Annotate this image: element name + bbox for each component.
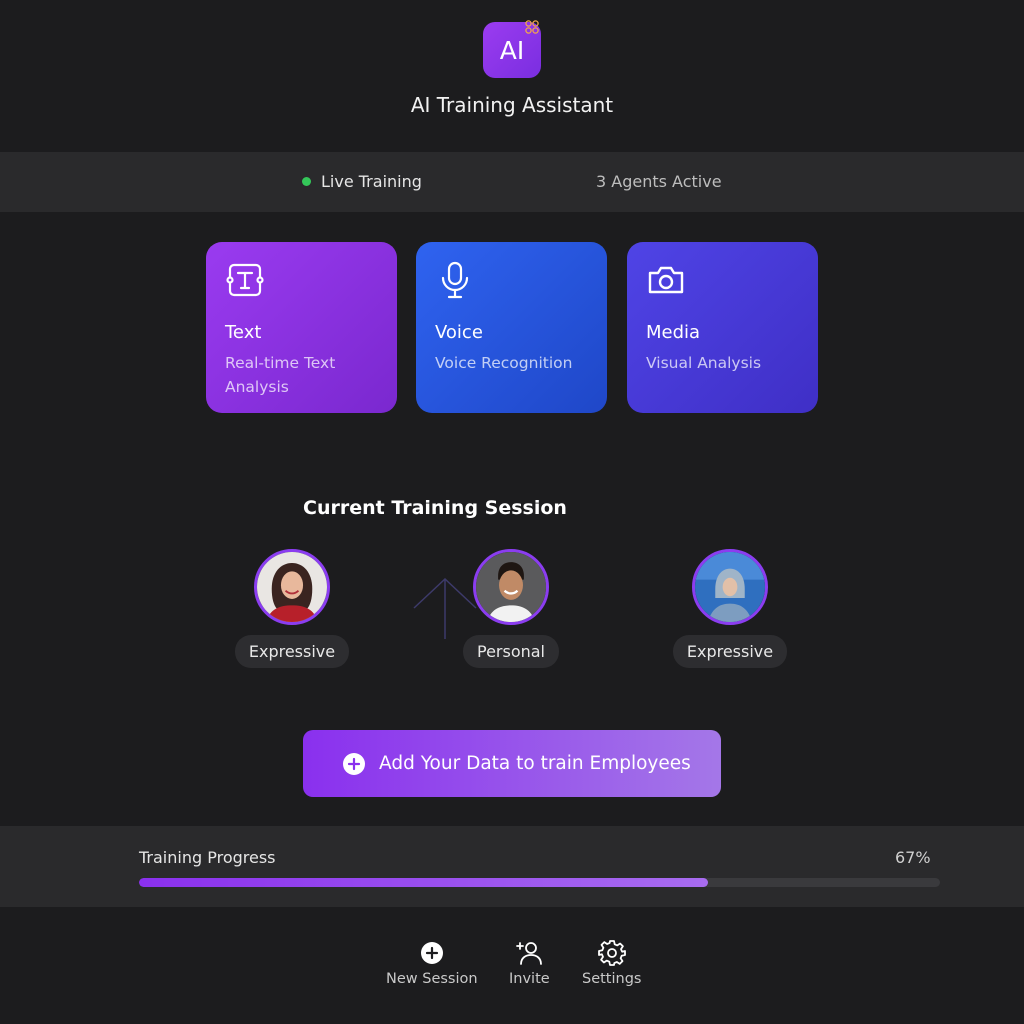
- apps-grid-icon: [525, 20, 539, 34]
- mode-card-text[interactable]: Text Real-time Text Analysis: [206, 242, 397, 413]
- nav-label: Invite: [509, 971, 550, 987]
- app-logo-text: AI: [499, 35, 525, 65]
- progress-label: Training Progress: [139, 848, 276, 867]
- session-title: Current Training Session: [303, 497, 567, 519]
- mode-title: Media: [646, 322, 701, 343]
- mode-subtitle: Visual Analysis: [646, 354, 762, 372]
- smiling-man-avatar: [473, 549, 549, 625]
- plus-circle-icon: [420, 942, 443, 964]
- mode-title: Text: [225, 322, 262, 343]
- mode-card-voice[interactable]: Voice Voice Recognition: [416, 242, 607, 413]
- progress-value: 67%: [895, 848, 931, 867]
- mode-subtitle: Voice Recognition: [435, 354, 573, 372]
- status-bar: Live Training 3 Agents Active: [0, 152, 1024, 212]
- agent-tag: Personal: [462, 635, 559, 668]
- new-session-button[interactable]: New Session: [386, 939, 478, 987]
- mode-card-media[interactable]: Media Visual Analysis: [627, 242, 818, 413]
- live-training-status: Live Training: [302, 172, 422, 191]
- camera-icon: [648, 266, 684, 294]
- woman-red-top-avatar: [254, 549, 330, 625]
- add-user-icon: [516, 942, 543, 965]
- progress-fill: [139, 878, 708, 887]
- live-training-label: Live Training: [321, 172, 422, 191]
- agent-card[interactable]: Expressive: [232, 549, 352, 668]
- progress-track: [139, 878, 940, 887]
- mode-subtitle: Real-time Text Analysis: [225, 354, 336, 396]
- hooded-person-avatar: [692, 549, 768, 625]
- agent-card[interactable]: Personal: [451, 549, 571, 668]
- app-title: AI Training Assistant: [410, 93, 614, 117]
- plus-circle-icon: [343, 752, 365, 775]
- gear-icon: [597, 940, 626, 966]
- settings-button[interactable]: Settings: [582, 939, 641, 987]
- add-data-button[interactable]: Add Your Data to train Employees: [303, 730, 721, 797]
- nav-label: Settings: [582, 971, 642, 987]
- microphone-icon: [441, 261, 469, 299]
- app-logo: AI: [483, 20, 541, 78]
- invite-button[interactable]: Invite: [509, 939, 550, 987]
- mode-title: Voice: [435, 322, 483, 343]
- nav-label: New Session: [386, 971, 478, 987]
- live-indicator-dot: [302, 177, 311, 186]
- agent-tag: Expressive: [234, 635, 350, 668]
- agent-card[interactable]: Expressive: [670, 549, 790, 668]
- text-cursor-icon: [226, 263, 264, 297]
- add-data-label: Add Your Data to train Employees: [379, 753, 691, 774]
- agents-active-label: 3 Agents Active: [596, 172, 722, 191]
- training-progress-panel: Training Progress 67%: [0, 826, 1024, 907]
- agent-tag: Expressive: [672, 635, 788, 668]
